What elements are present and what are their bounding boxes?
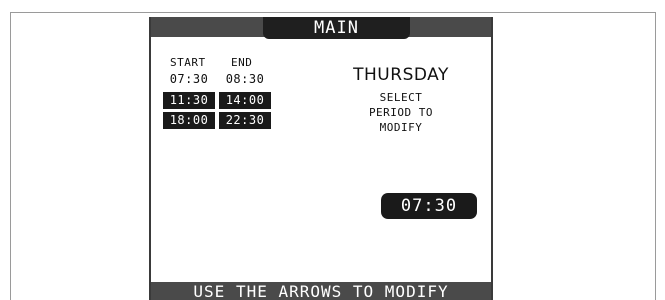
period-end-time[interactable]: 08:30 bbox=[219, 71, 271, 88]
day-label: THURSDAY bbox=[353, 65, 449, 85]
period-end-time[interactable]: 14:00 bbox=[219, 92, 271, 109]
instruction-line-3: MODIFY bbox=[379, 121, 423, 134]
footer-hint: USE THE ARROWS TO MODIFY bbox=[151, 282, 491, 300]
end-column-header: END bbox=[231, 56, 253, 69]
outer-frame-top bbox=[10, 12, 656, 13]
period-start-time[interactable]: 11:30 bbox=[163, 92, 215, 109]
instruction-line-1: SELECT bbox=[379, 91, 423, 104]
device-screen: MAIN START END 07:30 08:30 11:30 14:00 1… bbox=[149, 17, 493, 300]
period-end-time[interactable]: 22:30 bbox=[219, 112, 271, 129]
period-start-time[interactable]: 18:00 bbox=[163, 112, 215, 129]
outer-frame-left bbox=[10, 12, 11, 300]
instruction-line-2: PERIOD TO bbox=[368, 106, 434, 119]
screen-title: MAIN bbox=[263, 17, 410, 39]
current-time-value[interactable]: 07:30 bbox=[381, 193, 477, 219]
period-start-time[interactable]: 07:30 bbox=[163, 71, 215, 88]
start-column-header: START bbox=[170, 56, 206, 69]
outer-frame-right bbox=[655, 12, 656, 300]
